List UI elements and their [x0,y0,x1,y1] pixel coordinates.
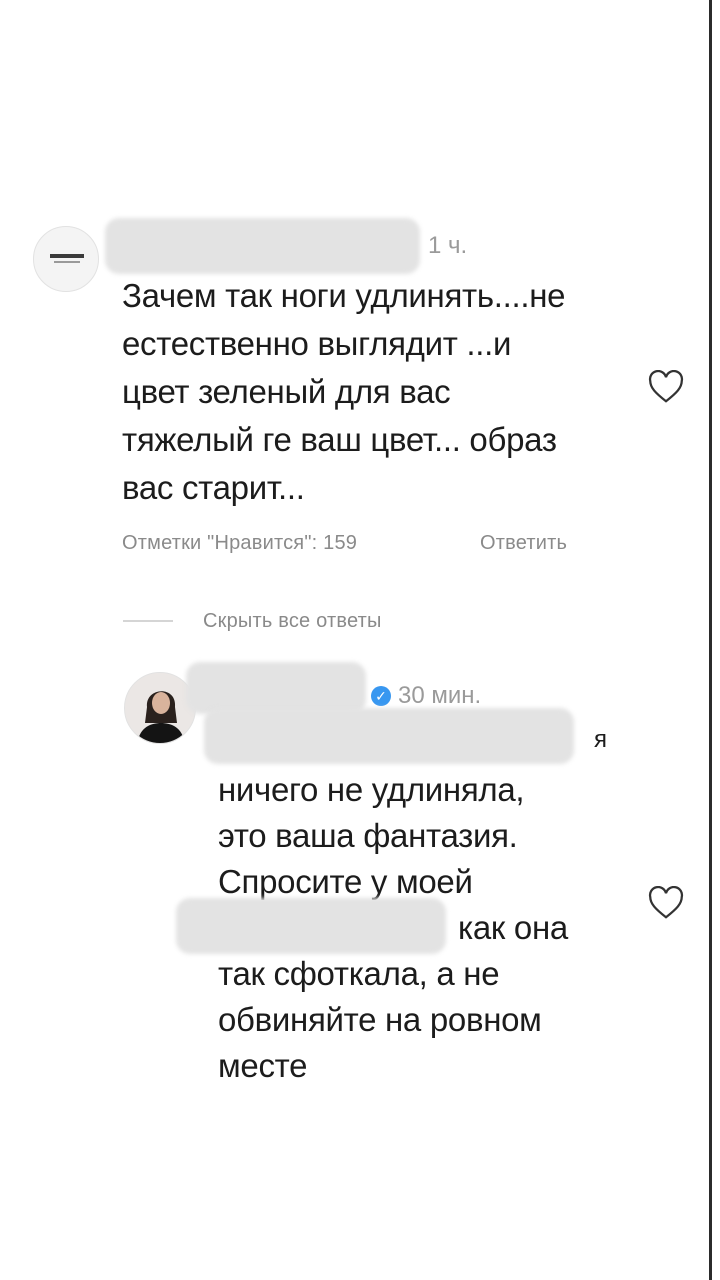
comment-line: тяжелый ге ваш цвет... образ [122,421,557,458]
username-redacted [186,662,366,714]
comment-line: естественно выглядит ...и [122,325,512,362]
comment-line: цвет зеленый для вас [122,373,451,410]
commenter-avatar[interactable] [33,226,99,292]
mention-redacted [204,708,574,764]
heart-outline-icon[interactable] [648,370,684,404]
brand-logo-icon [50,254,84,263]
likes-count[interactable]: Отметки "Нравится": 159 [122,532,357,555]
heart-outline-icon[interactable] [648,886,684,920]
reply-line: так сфоткала, а не [218,955,500,992]
comment-line: Зачем так ноги удлинять....не [122,277,566,314]
reply-line-tail: как она [458,909,568,946]
reply-button[interactable]: Ответить [480,532,567,555]
hide-replies-button[interactable]: Скрыть все ответы [203,610,382,633]
reply-line: ничего не удлиняла, [218,771,525,808]
divider-line [123,620,173,622]
comment-time: 1 ч. [428,232,468,259]
reply-line: месте [218,1047,308,1084]
reply-line: это ваша фантазия. [218,817,518,854]
verified-badge-icon: ✓ [371,686,391,706]
reply-line: обвиняйте на ровном [218,1001,542,1038]
reply-time: 30 мин. [398,682,482,709]
mention-redacted [176,898,446,954]
username-redacted [105,218,420,274]
screen-frame [0,0,712,1280]
comment-line: вас старит... [122,469,305,506]
reply-line-tail: я [594,726,607,753]
